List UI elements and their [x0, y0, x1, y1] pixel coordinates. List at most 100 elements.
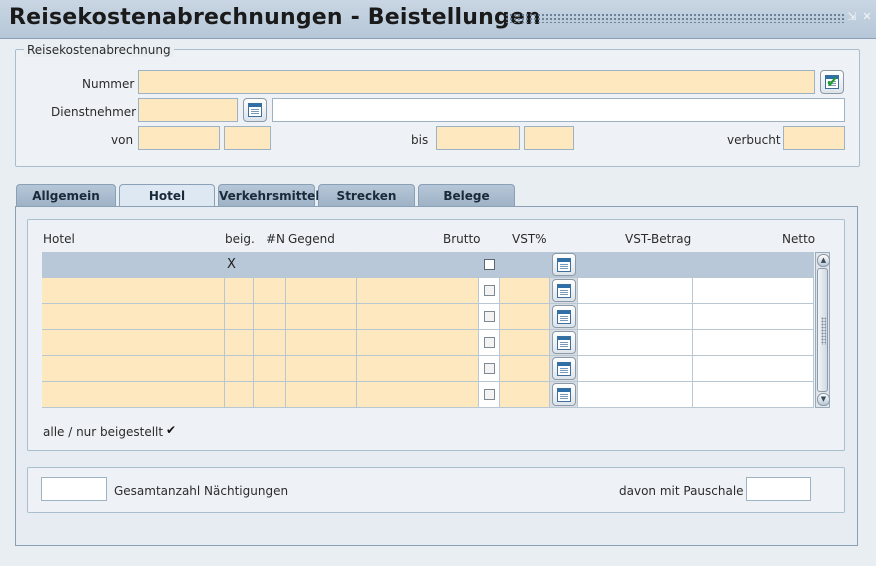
table-row[interactable]	[42, 278, 814, 304]
gesamt-naechtigungen-input[interactable]	[41, 477, 107, 501]
table-row[interactable]: X	[42, 252, 814, 278]
cell-beig[interactable]	[225, 330, 254, 356]
cell-brutto[interactable]	[357, 356, 479, 382]
row-lookup-cell[interactable]	[550, 278, 578, 304]
cell-brutto[interactable]	[357, 330, 479, 356]
cell-vst-pct[interactable]	[500, 252, 550, 278]
cell-brutto[interactable]	[357, 304, 479, 330]
tab-strecken[interactable]: Strecken	[318, 184, 415, 206]
tab-allgemein[interactable]: Allgemein	[16, 184, 116, 206]
row-lookup-button[interactable]	[552, 253, 576, 276]
cell-netto[interactable]	[693, 382, 814, 408]
cell-gegend[interactable]	[286, 304, 357, 330]
cell-beig[interactable]	[225, 278, 254, 304]
cell-beig[interactable]	[225, 304, 254, 330]
cell-beig[interactable]: X	[225, 252, 254, 278]
cell-netto[interactable]	[693, 304, 814, 330]
cell-hotel[interactable]	[42, 356, 225, 382]
row-checkbox-cell[interactable]	[479, 356, 500, 382]
titlebar-grip[interactable]	[505, 13, 845, 23]
row-lookup-button[interactable]	[552, 305, 576, 328]
verbucht-input[interactable]	[783, 126, 845, 150]
cell-vst-pct[interactable]	[500, 330, 550, 356]
row-checkbox-cell[interactable]	[479, 304, 500, 330]
cell-brutto[interactable]	[357, 252, 479, 278]
cell-beig[interactable]	[225, 382, 254, 408]
cell-n[interactable]	[254, 252, 286, 278]
cell-n[interactable]	[254, 356, 286, 382]
cell-hotel[interactable]	[42, 278, 225, 304]
cell-vst-betrag[interactable]	[578, 382, 693, 408]
table-row[interactable]	[42, 356, 814, 382]
pauschale-input[interactable]	[746, 477, 811, 501]
cell-n[interactable]	[254, 330, 286, 356]
tab-belege[interactable]: Belege	[418, 184, 515, 206]
cell-gegend[interactable]	[286, 356, 357, 382]
cell-hotel[interactable]	[42, 304, 225, 330]
cell-brutto[interactable]	[357, 382, 479, 408]
cell-netto[interactable]	[693, 252, 814, 278]
cell-brutto[interactable]	[357, 278, 479, 304]
confirm-button[interactable]: ✔	[820, 70, 844, 94]
dienstnehmer-name-input[interactable]	[272, 98, 845, 122]
table-row[interactable]	[42, 330, 814, 356]
row-lookup-button[interactable]	[552, 357, 576, 380]
cell-vst-betrag[interactable]	[578, 252, 693, 278]
cell-n[interactable]	[254, 382, 286, 408]
row-checkbox-cell[interactable]	[479, 278, 500, 304]
cell-vst-pct[interactable]	[500, 278, 550, 304]
row-lookup-button[interactable]	[552, 331, 576, 354]
cell-vst-pct[interactable]	[500, 356, 550, 382]
bis-time-input[interactable]	[524, 126, 574, 150]
filter-checkbox[interactable]: ✔	[166, 424, 177, 436]
cell-gegend[interactable]	[286, 252, 357, 278]
dienstnehmer-code-input[interactable]	[138, 98, 238, 122]
row-lookup-cell[interactable]	[550, 304, 578, 330]
table-row[interactable]	[42, 382, 814, 408]
close-icon[interactable]: ✕	[861, 11, 873, 23]
cell-vst-betrag[interactable]	[578, 330, 693, 356]
scroll-up-icon[interactable]: ▲	[817, 254, 830, 267]
tab-hotel[interactable]: Hotel	[119, 184, 215, 208]
cell-hotel[interactable]	[42, 330, 225, 356]
von-date-input[interactable]	[138, 126, 220, 150]
cell-gegend[interactable]	[286, 278, 357, 304]
bis-date-input[interactable]	[436, 126, 520, 150]
row-checkbox[interactable]	[484, 363, 495, 374]
cell-gegend[interactable]	[286, 382, 357, 408]
table-row[interactable]	[42, 304, 814, 330]
cell-n[interactable]	[254, 278, 286, 304]
row-lookup-button[interactable]	[552, 279, 576, 302]
cell-netto[interactable]	[693, 356, 814, 382]
cell-vst-betrag[interactable]	[578, 304, 693, 330]
row-checkbox-cell[interactable]	[479, 330, 500, 356]
cell-beig[interactable]	[225, 356, 254, 382]
cell-vst-pct[interactable]	[500, 304, 550, 330]
von-time-input[interactable]	[224, 126, 271, 150]
row-checkbox[interactable]	[484, 259, 495, 270]
cell-gegend[interactable]	[286, 330, 357, 356]
row-checkbox[interactable]	[484, 311, 495, 322]
row-checkbox[interactable]	[484, 389, 495, 400]
row-lookup-cell[interactable]	[550, 356, 578, 382]
row-checkbox[interactable]	[484, 285, 495, 296]
row-checkbox-cell[interactable]	[479, 382, 500, 408]
row-checkbox[interactable]	[484, 337, 495, 348]
dienstnehmer-lookup-button[interactable]	[243, 98, 267, 122]
cell-vst-pct[interactable]	[500, 382, 550, 408]
scroll-down-icon[interactable]: ▼	[817, 393, 830, 406]
row-checkbox-cell[interactable]	[479, 252, 500, 278]
scroll-thumb[interactable]	[817, 268, 828, 392]
table-scrollbar[interactable]: ▲ ▼	[815, 252, 830, 408]
row-lookup-button[interactable]	[552, 383, 576, 406]
cell-vst-betrag[interactable]	[578, 356, 693, 382]
tab-verkehrsmittel[interactable]: Verkehrsmittel	[218, 184, 319, 206]
cell-n[interactable]	[254, 304, 286, 330]
cell-hotel[interactable]	[42, 252, 225, 278]
row-lookup-cell[interactable]	[550, 330, 578, 356]
cell-hotel[interactable]	[42, 382, 225, 408]
minimize-icon[interactable]: ⇲	[846, 11, 858, 23]
row-lookup-cell[interactable]	[550, 382, 578, 408]
cell-netto[interactable]	[693, 278, 814, 304]
cell-netto[interactable]	[693, 330, 814, 356]
